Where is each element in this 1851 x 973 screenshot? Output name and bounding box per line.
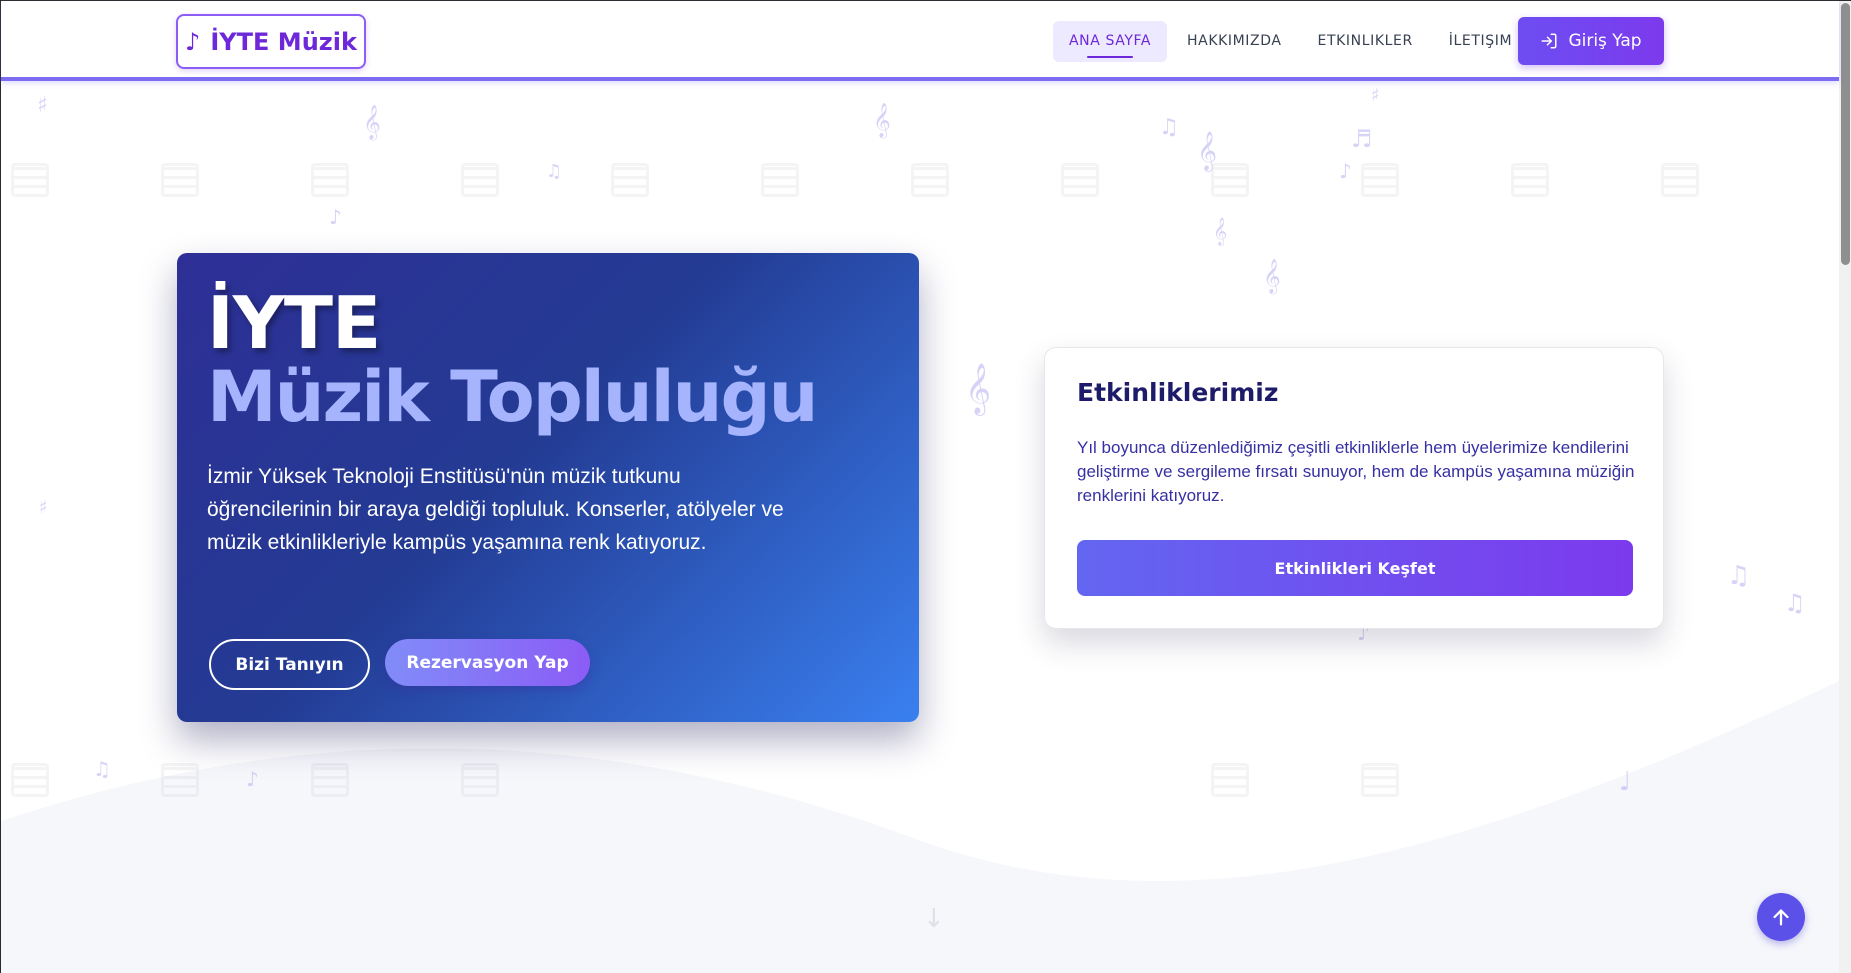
nav-item-about[interactable]: HAKKIMIZDA: [1171, 21, 1298, 62]
sheet-music-icon: [1661, 163, 1699, 197]
treble-clef-icon: 𝄞: [873, 103, 891, 138]
back-to-top-button[interactable]: [1757, 893, 1805, 941]
music-note-icon: ♪: [246, 767, 259, 791]
treble-clef-icon: 𝄞: [965, 363, 992, 414]
about-us-button[interactable]: Bizi Tanıyın: [209, 639, 370, 690]
music-note-icon: ♫: [1727, 561, 1751, 591]
music-note-icon: ♬: [1351, 125, 1373, 153]
login-label: Giriş Yap: [1568, 31, 1642, 51]
sheet-music-icon: [1361, 763, 1399, 797]
sheet-music-icon: [911, 163, 949, 197]
events-title: Etkinliklerimiz: [1077, 378, 1279, 407]
music-note-icon: ♫: [93, 757, 111, 781]
sheet-music-icon: [461, 763, 499, 797]
treble-clef-icon: 𝄞: [363, 105, 381, 140]
events-description: Yıl boyunca düzenlediğimiz çeşitli etkin…: [1077, 438, 1635, 505]
arrow-up-icon: [1773, 909, 1789, 926]
sheet-music-icon: [311, 163, 349, 197]
events-card: Etkinliklerimiz Yıl boyunca düzenlediğim…: [1044, 347, 1664, 629]
brand-name: İYTE Müzik: [210, 27, 357, 56]
music-note-icon: ♩: [1619, 767, 1632, 797]
music-note-icon: ♫: [1784, 589, 1806, 617]
treble-clef-icon: 𝄞: [1197, 131, 1218, 171]
vertical-scrollbar[interactable]: [1839, 1, 1851, 973]
hero-title-line1: İYTE: [207, 281, 381, 365]
music-note-icon: ♯: [1371, 85, 1380, 106]
sheet-music-icon: [611, 163, 649, 197]
reservation-button[interactable]: Rezervasyon Yap: [385, 639, 590, 686]
music-note-icon: ♪: [1339, 159, 1352, 183]
arrow-down-icon[interactable]: ↓: [923, 904, 945, 934]
brand-logo[interactable]: ♪ İYTE Müzik: [176, 14, 366, 69]
sheet-music-icon: [461, 163, 499, 197]
sheet-music-icon: [1361, 163, 1399, 197]
nav-links: ANA SAYFA HAKKIMIZDA ETKINLIKLER İLETIŞI…: [1053, 21, 1532, 62]
login-icon: [1541, 33, 1557, 49]
hero-card: İYTE Müzik Topluluğu İzmir Yüksek Teknol…: [177, 253, 919, 722]
sheet-music-icon: [11, 163, 49, 197]
nav-item-contact[interactable]: İLETIŞIM: [1433, 21, 1528, 62]
sheet-music-icon: [1061, 163, 1099, 197]
explore-events-button[interactable]: Etkinlikleri Keşfet: [1077, 540, 1633, 596]
sheet-music-icon: [311, 763, 349, 797]
sheet-music-icon: [161, 763, 199, 797]
treble-clef-icon: 𝄞: [1213, 217, 1228, 245]
music-note-icon: ♯: [39, 497, 48, 518]
music-note-icon: ♫: [546, 161, 563, 182]
sheet-music-icon: [1211, 763, 1249, 797]
nav-item-home[interactable]: ANA SAYFA: [1053, 21, 1168, 62]
navbar: ♪ İYTE Müzik ANA SAYFA HAKKIMIZDA ETKINL…: [1, 1, 1839, 81]
music-note-icon: ♫: [1159, 115, 1179, 140]
hero-description: İzmir Yüksek Teknoloji Enstitüsü'nün müz…: [207, 465, 784, 554]
treble-clef-icon: 𝄞: [1263, 259, 1281, 294]
scrollbar-thumb[interactable]: [1841, 3, 1850, 265]
music-note-icon: ♪: [329, 205, 342, 229]
music-note-icon: ♯: [37, 93, 48, 118]
sheet-music-icon: [11, 763, 49, 797]
sheet-music-icon: [1511, 163, 1549, 197]
music-note-icon: ♪: [185, 27, 201, 56]
nav-item-events[interactable]: ETKINLIKLER: [1302, 21, 1429, 62]
hero-title-line2: Müzik Topluluğu: [207, 356, 818, 438]
sheet-music-icon: [761, 163, 799, 197]
login-button[interactable]: Giriş Yap: [1518, 17, 1664, 65]
sheet-music-icon: [161, 163, 199, 197]
